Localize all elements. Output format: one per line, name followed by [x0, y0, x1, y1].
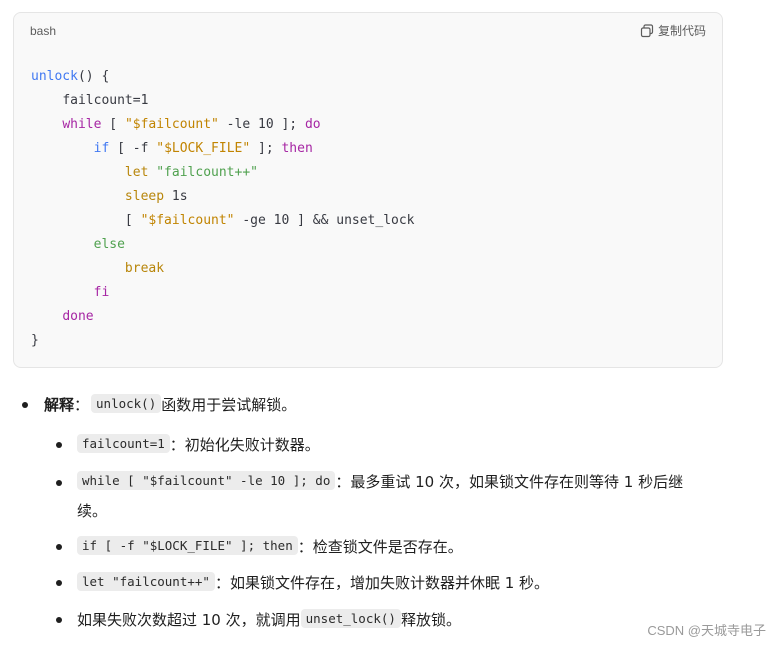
explanation-title: 解释 ： unlock() 函数用于尝试解锁。 [44, 394, 296, 415]
bullet-dot [56, 580, 62, 586]
inline-code: if [ -f "$LOCK_FILE" ]; then [77, 536, 298, 555]
copy-code-button[interactable]: 复制代码 [640, 22, 706, 39]
list-item-text: ：检查锁文件是否存在。 [297, 538, 463, 556]
keyword-token: if [93, 141, 110, 156]
code-line-2: failcount=1 [31, 93, 148, 108]
bullet-dot [22, 402, 28, 408]
explanation-heading: 解释 [44, 396, 75, 414]
code-token: 1s [164, 189, 188, 204]
keyword-token: fi [93, 285, 110, 300]
list-item-text: 如果失败次数超过 10 次，就调用 [77, 611, 301, 629]
explanation-colon: ： [74, 396, 90, 414]
code-line-4: if [ -f "$LOCK_FILE" ]; then [31, 141, 313, 156]
bullet-dot [56, 442, 62, 448]
builtin-token: let [124, 165, 149, 180]
inline-code: while [ "$failcount" -le 10 ]; do [77, 471, 336, 490]
code-token: } [31, 333, 39, 348]
code-block-header: bash 复制代码 [14, 13, 722, 51]
bullet-dot [56, 617, 62, 623]
keyword-token: while [62, 117, 102, 132]
code-token: [ [124, 213, 141, 228]
code-token: -ge 10 ] && unset_lock [234, 213, 415, 228]
code-block: bash 复制代码 unlock() { failcount=1 while [… [13, 12, 723, 368]
code-token: ]; [250, 141, 282, 156]
watermark: CSDN @天城寺电子 [647, 623, 766, 638]
list-item-text: ：初始化失败计数器。 [169, 436, 320, 454]
inline-code: let "failcount++" [77, 572, 215, 591]
keyword-token: do [304, 117, 321, 132]
inline-code: unlock() [91, 394, 162, 413]
bullet-dot [56, 480, 62, 486]
explanation-text: 函数用于尝试解锁。 [161, 396, 297, 414]
list-item: let "failcount++" ：如果锁文件存在，增加失败计数器并休眠 1 … [77, 572, 549, 593]
code-line-3: while [ "$failcount" -le 10 ]; do [31, 117, 321, 132]
copy-code-label: 复制代码 [657, 24, 706, 38]
bullet-dot [56, 544, 62, 550]
page: bash 复制代码 unlock() { failcount=1 while [… [0, 0, 773, 645]
builtin-token: break [124, 261, 165, 276]
list-item: failcount=1 ：初始化失败计数器。 [77, 434, 320, 455]
keyword-token: done [62, 309, 94, 324]
list-item-text: 释放锁。 [400, 611, 461, 629]
code-content: unlock() { failcount=1 while [ "$failcou… [31, 65, 415, 353]
list-item-text: 续。 [77, 502, 108, 520]
code-line-12: } [31, 333, 39, 348]
code-token: [ [101, 117, 125, 132]
string-token: "$failcount" [124, 117, 219, 132]
list-item: 如果失败次数超过 10 次，就调用 unset_lock() 释放锁。 [77, 609, 461, 630]
code-line-8: else [31, 237, 125, 252]
list-item-text: ：如果锁文件存在，增加失败计数器并休眠 1 秒。 [214, 574, 550, 592]
keyword-token: else [93, 237, 125, 252]
code-line-10: fi [31, 285, 110, 300]
code-token: [ -f [109, 141, 157, 156]
code-line-9: break [31, 261, 164, 276]
string-token: "$failcount" [140, 213, 235, 228]
list-item: if [ -f "$LOCK_FILE" ]; then ：检查锁文件是否存在。 [77, 536, 463, 557]
inline-code: unset_lock() [300, 609, 401, 628]
code-line-1: unlock() { [31, 69, 109, 84]
copy-icon [640, 23, 654, 38]
function-name: unlock [31, 69, 78, 84]
code-line-7: [ "$failcount" -ge 10 ] && unset_lock [31, 213, 415, 228]
keyword-token: then [281, 141, 313, 156]
builtin-token: sleep [124, 189, 165, 204]
code-line-11: done [31, 309, 94, 324]
list-item-text: ：最多重试 10 次，如果锁文件存在则等待 1 秒后继 [335, 473, 684, 491]
code-line-5: let "failcount++" [31, 165, 258, 180]
code-token: () { [77, 69, 110, 84]
string-token: "failcount++" [156, 165, 258, 180]
code-token: -le 10 ]; [218, 117, 305, 132]
code-line-6: sleep 1s [31, 189, 188, 204]
inline-code: failcount=1 [77, 434, 170, 453]
list-item-continuation: 续。 [77, 500, 107, 521]
string-token: "$LOCK_FILE" [156, 141, 251, 156]
code-language-label: bash [30, 24, 57, 38]
list-item: while [ "$failcount" -le 10 ]; do ：最多重试 … [77, 471, 683, 492]
code-token: failcount=1 [62, 93, 149, 108]
